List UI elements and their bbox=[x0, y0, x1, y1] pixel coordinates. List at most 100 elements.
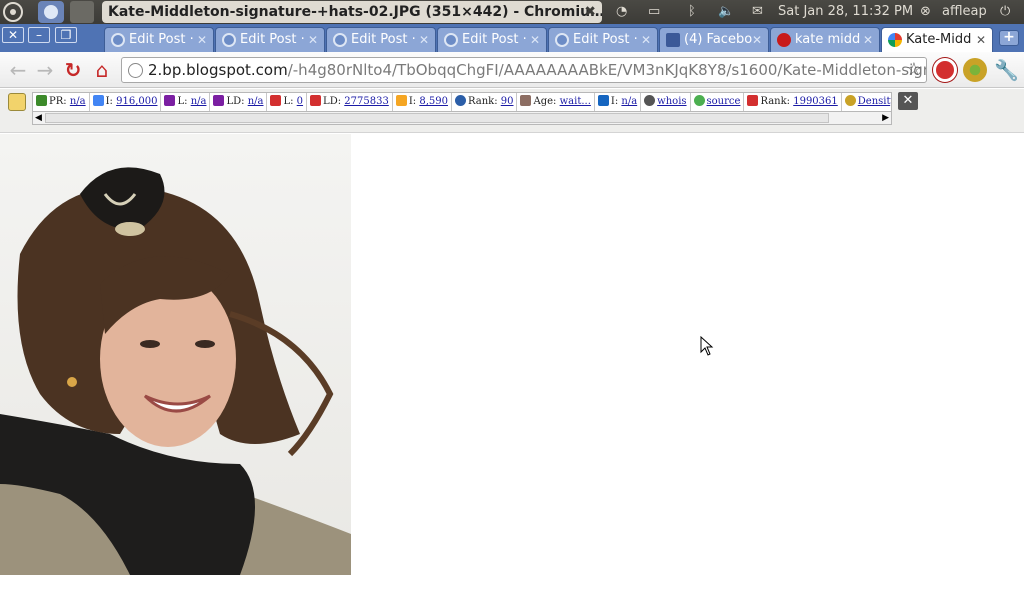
blogger-favicon-icon bbox=[555, 33, 569, 47]
tab-kate-image-active[interactable]: Kate-Midd ✕ bbox=[881, 27, 993, 53]
system-top-panel: Kate-Middleton-signature-+hats-02.JPG (3… bbox=[0, 0, 1024, 24]
clock[interactable]: Sat Jan 28, 11:32 PM bbox=[778, 0, 913, 24]
bing-icon bbox=[310, 95, 322, 106]
volume-icon[interactable]: 🔈 bbox=[718, 0, 734, 24]
delicious-icon bbox=[597, 95, 609, 106]
seo-extension-icon[interactable] bbox=[963, 58, 987, 82]
blogger-favicon-icon bbox=[333, 33, 347, 47]
yahoo-icon bbox=[213, 95, 225, 106]
earring bbox=[67, 377, 77, 387]
close-window-icon[interactable]: ✖ bbox=[584, 1, 596, 23]
scroll-thumb[interactable] bbox=[45, 113, 829, 123]
wifi-icon[interactable]: ◔ bbox=[616, 0, 627, 24]
seo-metric[interactable]: source bbox=[691, 93, 745, 111]
seo-metric[interactable]: LD: 2775833 bbox=[307, 93, 393, 111]
wrench-icon[interactable]: 🔧 bbox=[994, 58, 1019, 82]
fascinator-brooch bbox=[115, 222, 145, 236]
seo-metric[interactable]: Density bbox=[842, 93, 891, 111]
mail-icon[interactable]: ✉ bbox=[752, 0, 763, 24]
whois-icon bbox=[644, 95, 656, 106]
user-name[interactable]: affleap bbox=[942, 0, 987, 24]
bing-index-icon bbox=[395, 95, 407, 106]
seo-metric[interactable]: I: 8,590 bbox=[393, 93, 452, 111]
new-tab-button[interactable]: + bbox=[999, 30, 1019, 46]
ubuntu-logo-icon[interactable] bbox=[3, 2, 23, 22]
portrait-illustration bbox=[0, 167, 351, 575]
close-seo-bar-button[interactable]: ✕ bbox=[898, 92, 918, 110]
blogger-favicon-icon bbox=[111, 33, 125, 47]
seo-horizontal-scrollbar[interactable]: ◀ ▶ bbox=[32, 111, 892, 125]
google-pr-icon bbox=[36, 95, 47, 106]
facebook-favicon-icon bbox=[666, 33, 680, 47]
bluetooth-icon[interactable]: ᛒ bbox=[688, 0, 696, 24]
tab-edit-post-2[interactable]: Edit Post · ✕ bbox=[215, 27, 325, 52]
seo-metric[interactable]: whois bbox=[641, 93, 691, 111]
eye bbox=[195, 340, 215, 348]
blogger-favicon-icon bbox=[444, 33, 458, 47]
seo-metric[interactable]: L: n/a bbox=[161, 93, 211, 111]
seo-metric[interactable]: Rank: 1990361 bbox=[744, 93, 842, 111]
tab-strip: ✕ – ❐ Edit Post · ✕ Edit Post · ✕ Edit P… bbox=[0, 24, 1024, 53]
alexa-icon bbox=[454, 95, 466, 106]
back-arrow-icon[interactable]: ← bbox=[6, 58, 30, 82]
search-favicon-icon bbox=[777, 33, 791, 47]
seo-metric[interactable]: Rank: 90 bbox=[452, 93, 518, 111]
settings-gear-icon[interactable] bbox=[8, 93, 26, 111]
tab-edit-post-3[interactable]: Edit Post · ✕ bbox=[326, 27, 436, 52]
scroll-right-icon[interactable]: ▶ bbox=[882, 112, 889, 124]
google-index-icon bbox=[92, 95, 104, 106]
tab-close-icon[interactable]: ✕ bbox=[863, 28, 873, 52]
window-title-text: Kate-Middleton-signature-+hats-02.JPG (3… bbox=[108, 4, 602, 20]
url-path: /-h4g80rNlto4/TbObqqChgFI/AAAAAAAABkE/VM… bbox=[287, 61, 927, 79]
tab-close-icon[interactable]: ✕ bbox=[197, 28, 207, 52]
source-icon bbox=[693, 95, 705, 106]
seo-metric[interactable]: PR: n/a bbox=[33, 93, 90, 111]
compete-icon bbox=[747, 95, 759, 106]
reload-icon[interactable]: ↻ bbox=[61, 58, 85, 82]
tab-edit-post-4[interactable]: Edit Post · ✕ bbox=[437, 27, 547, 52]
tab-kate-search[interactable]: kate midd ✕ bbox=[770, 27, 880, 52]
tab-close-icon[interactable]: ✕ bbox=[530, 28, 540, 52]
browser-toolbar: ← → ↻ ⌂ 2.bp.blogspot.com/-h4g80rNlto4/T… bbox=[0, 52, 1024, 88]
battery-icon[interactable]: ▭ bbox=[648, 0, 660, 24]
density-icon bbox=[844, 95, 856, 106]
scroll-left-icon[interactable]: ◀ bbox=[35, 112, 42, 124]
home-icon[interactable]: ⌂ bbox=[90, 58, 114, 82]
seo-metric[interactable]: L: 0 bbox=[267, 93, 308, 111]
picasa-favicon-icon bbox=[888, 33, 902, 47]
power-icon[interactable]: ⏻ bbox=[1000, 0, 1010, 24]
eye bbox=[140, 340, 160, 348]
tab-label: Edit Post · bbox=[351, 32, 416, 47]
displayed-photo bbox=[0, 134, 351, 575]
text-editor-launcher-icon[interactable] bbox=[70, 1, 94, 23]
bookmark-star-icon[interactable]: ☆ bbox=[906, 58, 922, 82]
seo-metric[interactable]: Age: wait... bbox=[517, 93, 595, 111]
tab-label: Edit Post · bbox=[462, 32, 527, 47]
tab-close-icon[interactable]: ✕ bbox=[752, 28, 762, 52]
forward-arrow-icon[interactable]: → bbox=[33, 58, 57, 82]
seo-metric[interactable]: LD: n/a bbox=[210, 93, 268, 111]
tab-close-icon[interactable]: ✕ bbox=[308, 28, 318, 52]
chromium-launcher-icon[interactable] bbox=[38, 1, 64, 23]
tab-facebook[interactable]: (4) Facebo ✕ bbox=[659, 27, 769, 52]
tab-close-icon[interactable]: ✕ bbox=[419, 28, 429, 52]
seo-metric[interactable]: I: 916,000 bbox=[90, 93, 162, 111]
tab-close-icon[interactable]: ✕ bbox=[976, 28, 986, 52]
window-minimize-button[interactable]: – bbox=[28, 27, 50, 43]
tab-edit-post-5[interactable]: Edit Post · ✕ bbox=[548, 27, 658, 52]
tab-close-icon[interactable]: ✕ bbox=[641, 28, 651, 52]
user-status-icon[interactable]: ⊗ bbox=[920, 0, 931, 24]
window-close-button[interactable]: ✕ bbox=[2, 27, 24, 43]
tab-edit-post-1[interactable]: Edit Post · ✕ bbox=[104, 27, 214, 52]
yahoo-icon bbox=[164, 95, 176, 106]
tab-label: Edit Post · bbox=[129, 32, 194, 47]
tab-label: Kate-Midd bbox=[906, 32, 972, 47]
tab-label: Edit Post · bbox=[240, 32, 305, 47]
url-host: 2.bp.blogspot.com bbox=[148, 61, 288, 79]
adblock-icon[interactable] bbox=[933, 58, 957, 82]
window-restore-button[interactable]: ❐ bbox=[55, 27, 77, 43]
address-bar[interactable]: 2.bp.blogspot.com/-h4g80rNlto4/TbObqqChg… bbox=[121, 57, 927, 83]
seo-metric[interactable]: I: n/a bbox=[595, 93, 642, 111]
archive-icon bbox=[520, 95, 532, 106]
mouse-cursor-icon bbox=[700, 336, 714, 356]
